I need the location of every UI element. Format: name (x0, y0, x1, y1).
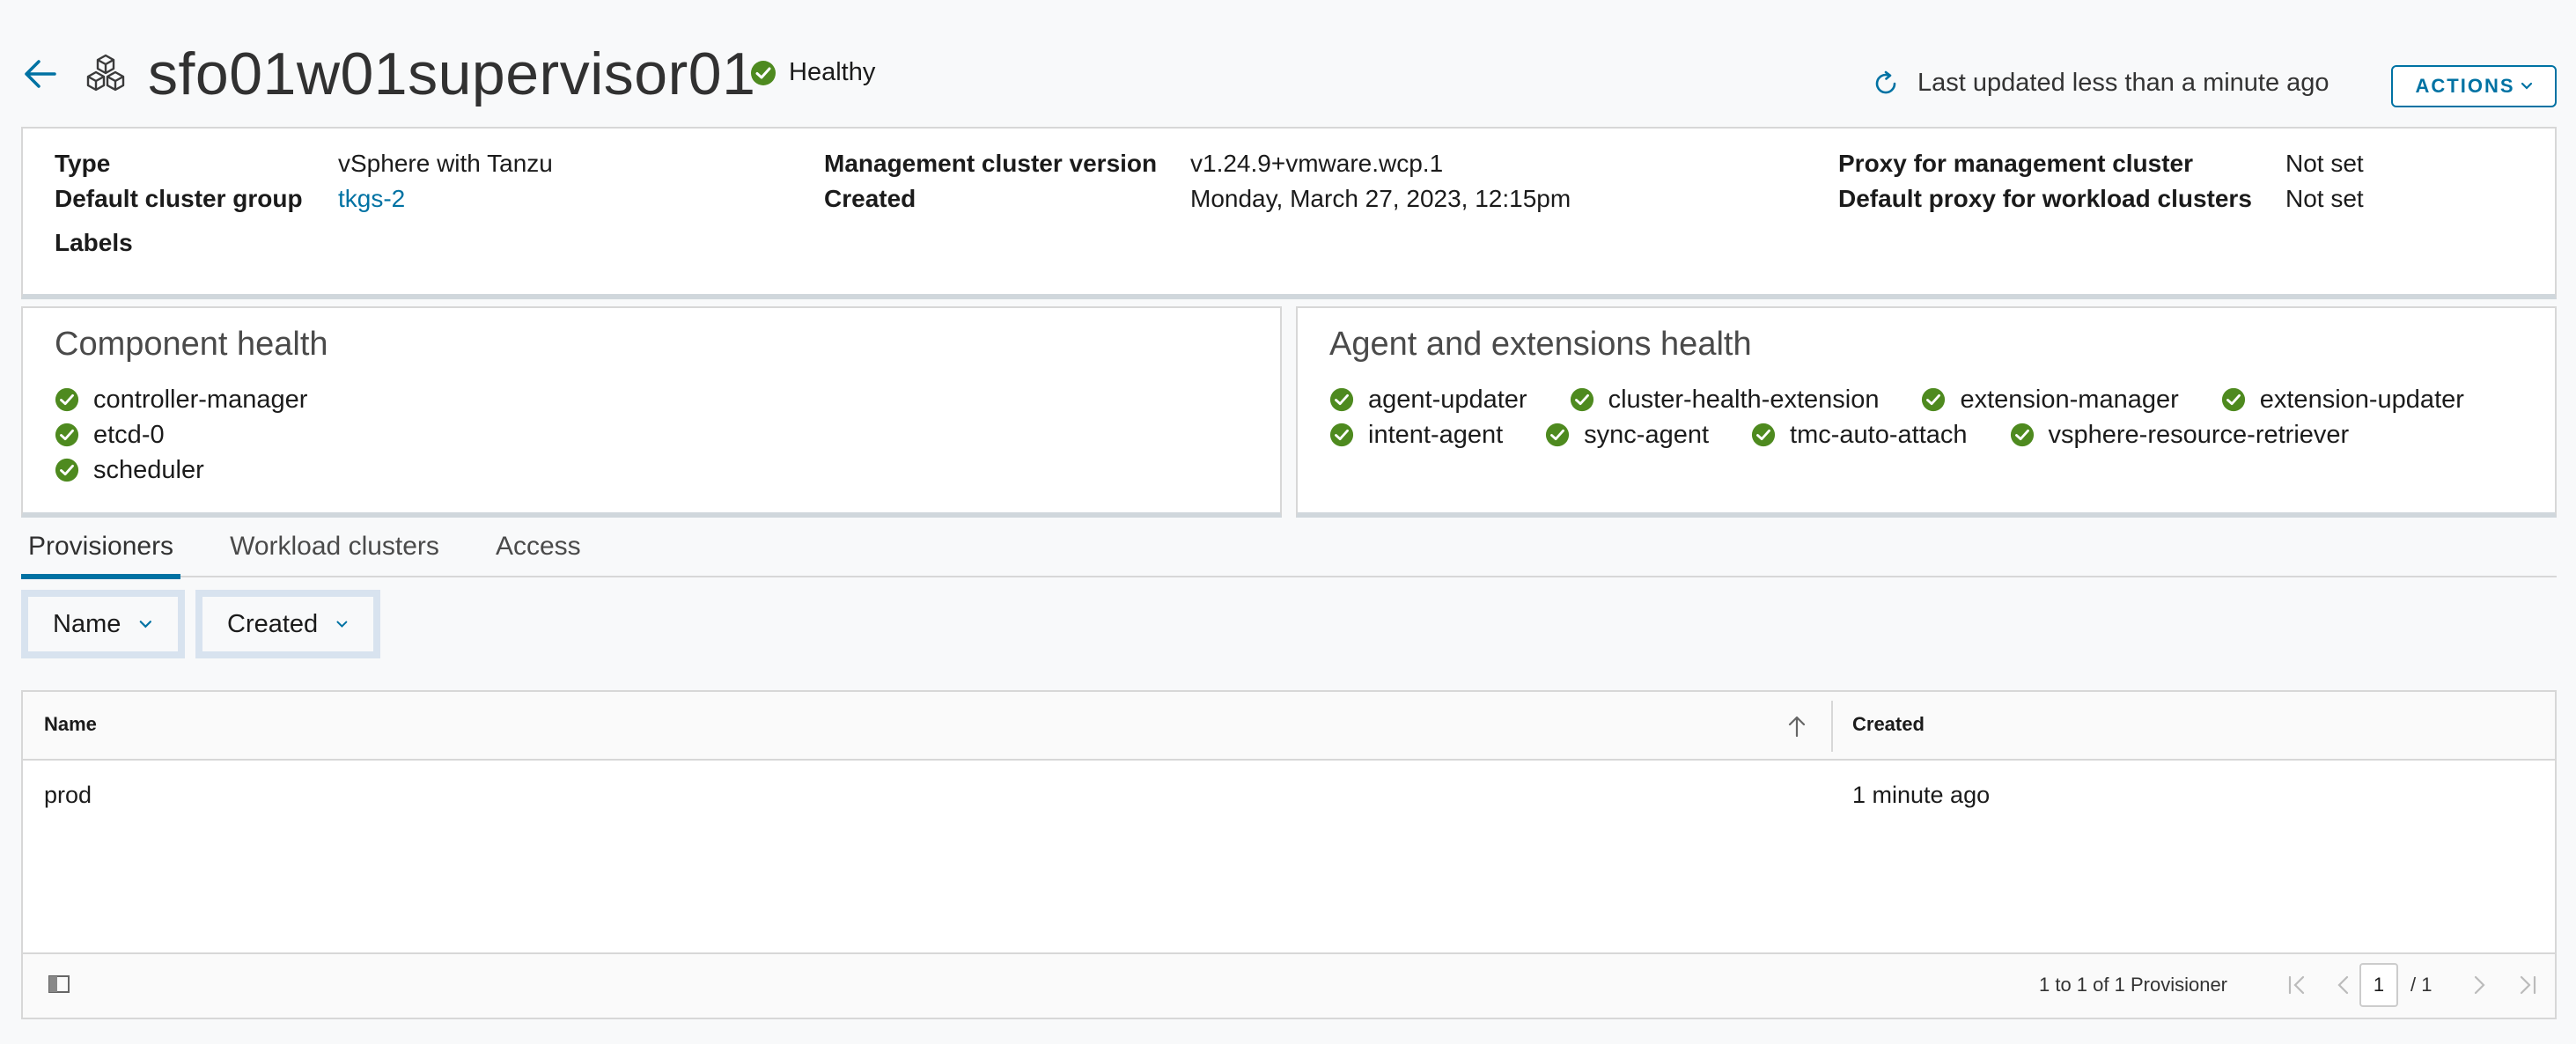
health-item: etcd-0 (55, 419, 307, 451)
health-item-label: extension-manager (1960, 386, 2179, 414)
column-header-name[interactable]: Name (44, 713, 97, 736)
pagination-summary: 1 to 1 of 1 Provisioner (2039, 974, 2228, 996)
check-circle-icon (1329, 387, 1354, 412)
check-circle-icon (751, 60, 776, 85)
health-item-label: tmc-auto-attach (1790, 421, 1968, 449)
agent-health-title: Agent and extensions health (1329, 326, 1752, 363)
check-circle-icon (55, 387, 79, 412)
chevron-down-icon (140, 621, 152, 629)
last-updated: Last updated less than a minute ago (1872, 69, 2329, 98)
proxy-mgmt-value: Not set (2285, 150, 2364, 177)
name-filter-label: Name (53, 609, 121, 638)
health-item: scheduler (55, 454, 307, 486)
check-circle-icon (2010, 423, 2034, 447)
column-toggle-icon[interactable] (48, 974, 70, 995)
provisioners-table: Name Created prod 1 minute ago 1 to 1 of… (21, 690, 2557, 1019)
health-row: intent-agent sync-agent tmc-auto-attach … (1329, 419, 2464, 451)
health-status-label: Healthy (789, 58, 876, 86)
mgmt-version-label: Management cluster version (824, 150, 1158, 177)
created-filter-button[interactable]: Created (195, 590, 380, 658)
table-header: Name Created (23, 692, 2555, 761)
check-circle-icon (1329, 423, 1354, 447)
check-circle-icon (55, 423, 79, 447)
health-row: agent-updater cluster-health-extension e… (1329, 384, 2464, 415)
health-item: controller-manager (55, 384, 307, 415)
actions-button[interactable]: ACTIONS (2391, 65, 2557, 107)
check-circle-icon (1751, 423, 1776, 447)
health-item: vsphere-resource-retriever (2010, 419, 2350, 451)
cluster-group-link[interactable]: tkgs-2 (338, 181, 405, 217)
check-circle-icon (1546, 423, 1570, 447)
tab-bar: Provisioners Workload clusters Access (21, 525, 2557, 579)
type-label: Type (55, 150, 111, 177)
health-item-label: intent-agent (1368, 421, 1504, 449)
health-item-label: vsphere-resource-retriever (2048, 421, 2350, 449)
cell-name: prod (44, 782, 92, 808)
sort-ascending-icon[interactable] (1787, 715, 1807, 738)
actions-button-label: ACTIONS (2415, 75, 2515, 97)
proxy-workload-label: Default proxy for workload clusters (1838, 185, 2252, 212)
health-item: extension-updater (2221, 384, 2464, 415)
page-total: / 1 (2410, 974, 2432, 996)
previous-page-icon[interactable] (2335, 974, 2352, 996)
cell-created: 1 minute ago (1852, 782, 1991, 808)
check-circle-icon (2221, 387, 2245, 412)
health-item-label: etcd-0 (93, 421, 165, 449)
agent-health-list: agent-updater cluster-health-extension e… (1329, 384, 2464, 451)
health-item: tmc-auto-attach (1751, 419, 1968, 451)
name-filter-button[interactable]: Name (21, 590, 185, 658)
health-item: extension-manager (1921, 384, 2179, 415)
page-title: sfo01w01supervisor01 (148, 40, 756, 107)
tab-access[interactable]: Access (489, 525, 588, 577)
last-updated-text: Last updated less than a minute ago (1917, 69, 2329, 97)
health-item-label: sync-agent (1584, 421, 1710, 449)
check-circle-icon (1570, 387, 1593, 412)
next-page-icon[interactable] (2470, 974, 2488, 996)
health-item: intent-agent (1329, 419, 1503, 451)
page-header: sfo01w01supervisor01 Healthy Last update… (0, 0, 2576, 123)
agent-health-card: Agent and extensions health agent-update… (1296, 306, 2557, 518)
column-resize-handle[interactable] (1831, 701, 1833, 752)
cluster-info-card: Type vSphere with Tanzu Default cluster … (21, 127, 2557, 299)
first-page-icon[interactable] (2285, 974, 2308, 996)
created-value: Monday, March 27, 2023, 12:15pm (1190, 185, 1571, 212)
health-status: Healthy (750, 58, 875, 87)
check-circle-icon (55, 458, 79, 482)
health-item-label: extension-updater (2259, 386, 2464, 414)
component-health-title: Component health (55, 326, 328, 363)
health-item-label: cluster-health-extension (1608, 386, 1880, 414)
column-header-created[interactable]: Created (1852, 713, 1925, 736)
health-item-label: scheduler (93, 456, 204, 484)
created-filter-label: Created (227, 609, 319, 638)
cluster-group-label: Default cluster group (55, 185, 303, 212)
health-item-label: agent-updater (1368, 386, 1527, 414)
chevron-down-icon (336, 621, 348, 628)
labels-label: Labels (55, 229, 133, 256)
created-label: Created (824, 185, 916, 212)
refresh-icon[interactable] (1872, 70, 1900, 98)
table-footer: 1 to 1 of 1 Provisioner 1 / 1 (23, 952, 2555, 1018)
check-circle-icon (1922, 387, 1946, 412)
proxy-mgmt-label: Proxy for management cluster (1838, 150, 2194, 177)
health-item-label: controller-manager (93, 386, 308, 414)
health-item: agent-updater (1329, 384, 1527, 415)
last-page-icon[interactable] (2516, 974, 2539, 996)
component-health-card: Component health controller-manager etcd… (21, 306, 1282, 518)
type-value: vSphere with Tanzu (338, 150, 553, 177)
health-item: cluster-health-extension (1570, 384, 1880, 415)
tab-provisioners[interactable]: Provisioners (21, 525, 181, 579)
health-item: sync-agent (1545, 419, 1709, 451)
cluster-icon (85, 53, 127, 95)
proxy-workload-value: Not set (2285, 185, 2364, 212)
component-health-list: controller-manager etcd-0 scheduler (55, 384, 307, 486)
chevron-down-icon (2521, 82, 2532, 90)
page-number-input[interactable]: 1 (2359, 963, 2398, 1007)
mgmt-version-value: v1.24.9+vmware.wcp.1 (1190, 150, 1444, 177)
table-row[interactable]: prod 1 minute ago (23, 762, 2555, 833)
back-arrow-icon[interactable] (23, 58, 58, 90)
tab-workload-clusters[interactable]: Workload clusters (223, 525, 446, 577)
